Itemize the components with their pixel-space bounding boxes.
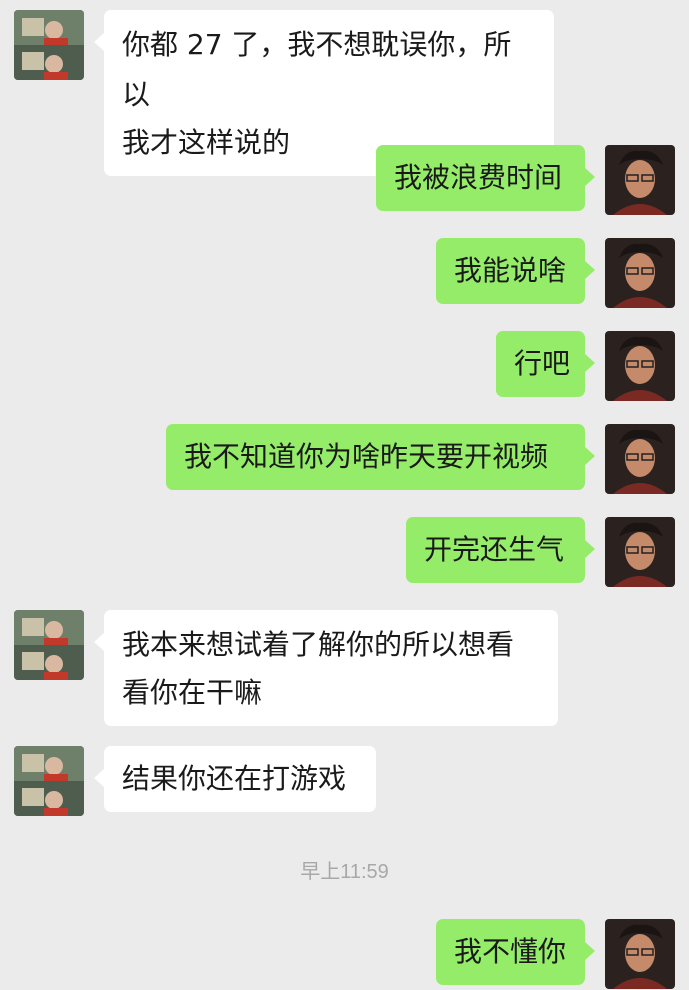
message-bubble-sent[interactable]: 我能说啥 bbox=[436, 238, 595, 304]
self-avatar-icon bbox=[605, 238, 675, 308]
self-avatar-icon bbox=[605, 145, 675, 215]
self-avatar[interactable] bbox=[605, 517, 675, 587]
self-avatar[interactable] bbox=[605, 424, 675, 494]
message-bubble-received[interactable]: 我本来想试着了解你的所以想看 看你在干嘛 bbox=[94, 610, 558, 726]
message-bubble-received[interactable]: 结果你还在打游戏 bbox=[94, 746, 376, 812]
message-bubble-sent[interactable]: 开完还生气 bbox=[406, 517, 595, 583]
message-text: 我不懂你 bbox=[454, 935, 567, 968]
message-text: 我能说啥 bbox=[454, 254, 567, 287]
self-avatar-icon bbox=[605, 424, 675, 494]
self-avatar[interactable] bbox=[605, 331, 675, 401]
message-bubble-sent[interactable]: 我不懂你 bbox=[436, 919, 595, 985]
contact-avatar[interactable] bbox=[14, 610, 84, 680]
message-text: 我不知道你为啥昨天要开视频 bbox=[184, 440, 549, 473]
self-avatar[interactable] bbox=[605, 919, 675, 989]
contact-avatar-icon bbox=[14, 746, 84, 816]
message-text: 我被浪费时间 bbox=[394, 161, 563, 194]
message-bubble-sent[interactable]: 我被浪费时间 bbox=[376, 145, 595, 211]
self-avatar-icon bbox=[605, 919, 675, 989]
message-text: 结果你还在打游戏 bbox=[122, 762, 347, 795]
self-avatar[interactable] bbox=[605, 145, 675, 215]
chat-message-list[interactable]: 你都 27 了，我不想耽误你，所以 我才这样说的 我被浪费时间 我能说啥 行吧 … bbox=[0, 0, 689, 990]
contact-avatar[interactable] bbox=[14, 746, 84, 816]
self-avatar-icon bbox=[605, 331, 675, 401]
message-bubble-sent[interactable]: 我不知道你为啥昨天要开视频 bbox=[166, 424, 595, 490]
self-avatar[interactable] bbox=[605, 238, 675, 308]
message-text: 开完还生气 bbox=[424, 533, 565, 566]
message-timestamp: 早上11:59 bbox=[300, 861, 389, 883]
contact-avatar[interactable] bbox=[14, 10, 84, 80]
contact-avatar-icon bbox=[14, 10, 84, 80]
contact-avatar-icon bbox=[14, 610, 84, 680]
message-text-line: 看你在干嘛 bbox=[122, 676, 263, 709]
message-text-line: 我本来想试着了解你的所以想看 bbox=[122, 628, 515, 661]
message-bubble-sent[interactable]: 行吧 bbox=[496, 331, 595, 397]
message-text: 行吧 bbox=[514, 347, 571, 380]
message-text-line: 你都 27 了，我不想耽误你，所以 bbox=[122, 28, 512, 111]
self-avatar-icon bbox=[605, 517, 675, 587]
